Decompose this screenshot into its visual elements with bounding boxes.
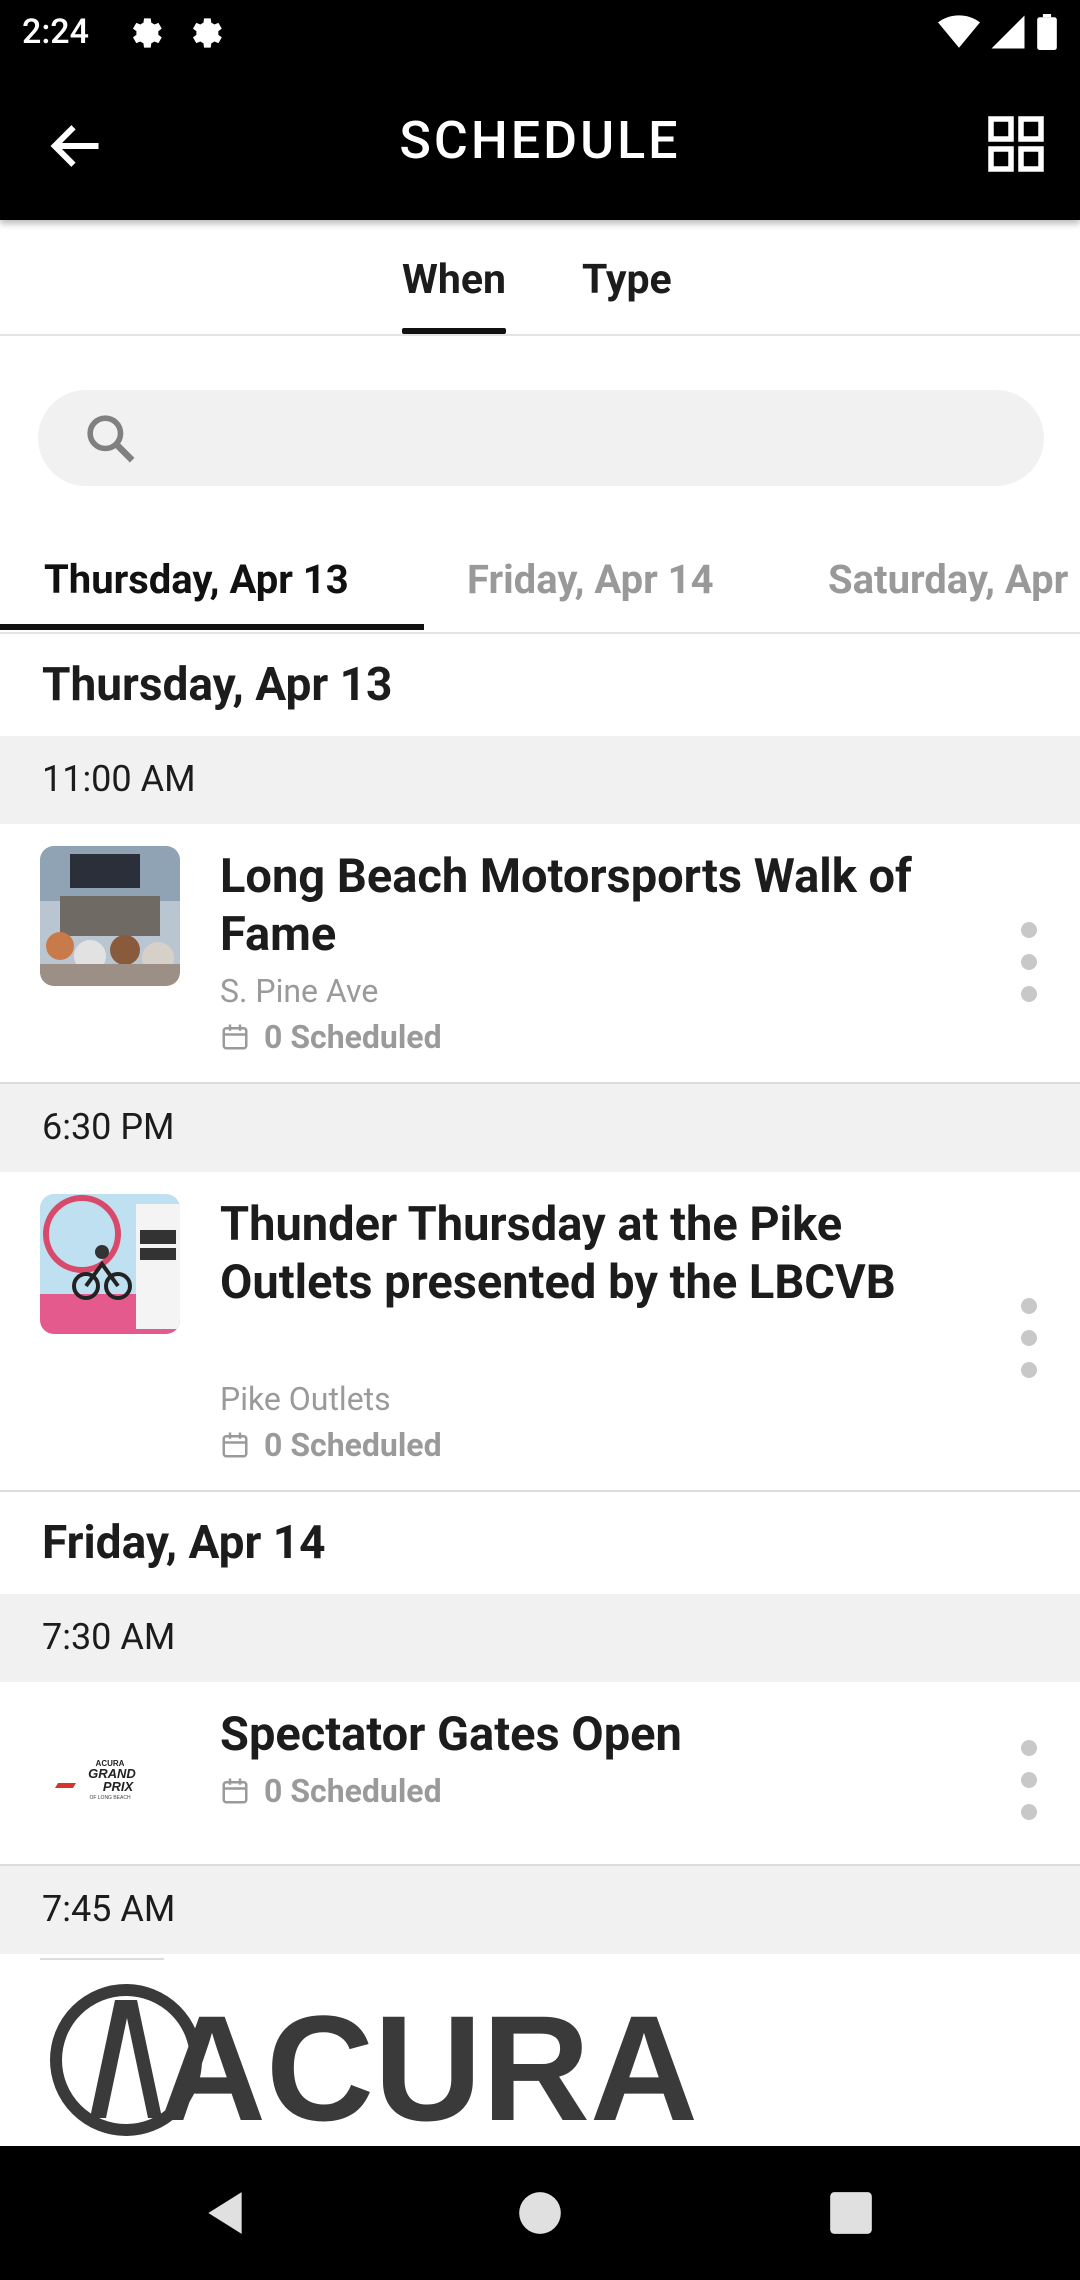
view-tabs: When Type xyxy=(0,220,1080,336)
event-title: Spectator Gates Open xyxy=(220,1707,682,1762)
event-title: Long Beach Motorsports Walk of Fame xyxy=(220,849,912,962)
sponsor-banner[interactable]: ACURA xyxy=(0,1958,1080,2152)
nav-recents-icon[interactable] xyxy=(826,2188,876,2238)
more-options-icon[interactable] xyxy=(1014,1298,1044,1378)
event-location: Pike Outlets xyxy=(220,1380,391,1418)
system-nav-bar xyxy=(0,2146,1080,2280)
tab-thursday-apr-13[interactable]: Thursday, Apr 13 xyxy=(44,556,349,603)
time-header: 7:45 AM xyxy=(0,1866,1080,1954)
day-header-label: Thursday, Apr 13 xyxy=(42,658,393,712)
event-scheduled: 0 Scheduled xyxy=(220,1426,442,1464)
divider xyxy=(40,1958,164,1960)
scheduled-count: 0 Scheduled xyxy=(264,1018,442,1056)
more-options-icon[interactable] xyxy=(1014,922,1044,1002)
nav-back-icon[interactable] xyxy=(200,2188,250,2238)
time-label: 11:00 AM xyxy=(42,758,196,800)
time-label: 7:30 AM xyxy=(42,1616,176,1658)
tab-when[interactable]: When xyxy=(402,256,506,334)
event-thumbnail xyxy=(40,846,180,986)
status-time: 2:24 xyxy=(22,12,89,52)
calendar-icon xyxy=(222,1024,248,1050)
day-tabs: Thursday, Apr 13 Friday, Apr 14 Saturday… xyxy=(0,540,1080,634)
settings-notification-icon xyxy=(192,18,222,48)
scheduled-count: 0 Scheduled xyxy=(264,1772,442,1810)
more-options-icon[interactable] xyxy=(1014,1740,1044,1820)
thumb-logo-line3: OF LONG BEACH xyxy=(89,1795,131,1801)
thumb-logo-line2: PRIX xyxy=(103,1779,135,1794)
event-thumbnail: ACURA GRAND PRIX OF LONG BEACH xyxy=(40,1703,180,1843)
nav-home-icon[interactable] xyxy=(515,2188,565,2238)
tab-type[interactable]: Type xyxy=(582,256,672,304)
event-scheduled: 0 Scheduled xyxy=(220,1772,442,1810)
settings-notification-icon xyxy=(132,18,162,48)
banner-brand: ACURA xyxy=(158,1984,698,2146)
calendar-icon xyxy=(222,1778,248,1804)
signal-icon xyxy=(991,15,1025,49)
tab-saturday[interactable]: Saturday, Apr xyxy=(828,556,1068,603)
event-scheduled: 0 Scheduled xyxy=(220,1018,442,1056)
tab-friday-apr-14[interactable]: Friday, Apr 14 xyxy=(467,556,714,603)
status-bar: 2:24 xyxy=(0,0,1080,66)
battery-icon xyxy=(1037,14,1057,50)
event-thumbnail xyxy=(40,1194,180,1334)
active-tab-indicator xyxy=(0,624,424,630)
time-header: 6:30 PM xyxy=(0,1084,1080,1172)
search-icon xyxy=(87,415,135,463)
time-label: 7:45 AM xyxy=(42,1888,176,1930)
event-row[interactable]: Thunder Thursday at the Pike Outlets pre… xyxy=(0,1172,1080,1492)
scheduled-count: 0 Scheduled xyxy=(264,1426,442,1464)
grid-view-icon[interactable] xyxy=(986,114,1046,174)
wifi-icon xyxy=(938,15,980,48)
search-bar[interactable] xyxy=(38,390,1044,488)
calendar-icon xyxy=(222,1432,248,1458)
event-row[interactable]: Long Beach Motorsports Walk of Fame S. P… xyxy=(0,824,1080,1084)
event-title: Thunder Thursday at the Pike Outlets pre… xyxy=(220,1197,896,1310)
time-label: 6:30 PM xyxy=(42,1106,175,1148)
time-header: 7:30 AM xyxy=(0,1594,1080,1682)
app-bar: SCHEDULE xyxy=(0,66,1080,220)
page-title: SCHEDULE xyxy=(399,110,681,171)
acura-logo: ACURA xyxy=(50,1984,698,2152)
day-header: Friday, Apr 14 xyxy=(0,1494,1080,1594)
event-location: S. Pine Ave xyxy=(220,972,379,1010)
search-input[interactable] xyxy=(158,390,1022,488)
day-header: Thursday, Apr 13 xyxy=(0,636,1080,736)
event-row[interactable]: ACURA GRAND PRIX OF LONG BEACH Spectator… xyxy=(0,1682,1080,1866)
day-header-label: Friday, Apr 14 xyxy=(42,1516,326,1570)
time-header: 11:00 AM xyxy=(0,736,1080,824)
